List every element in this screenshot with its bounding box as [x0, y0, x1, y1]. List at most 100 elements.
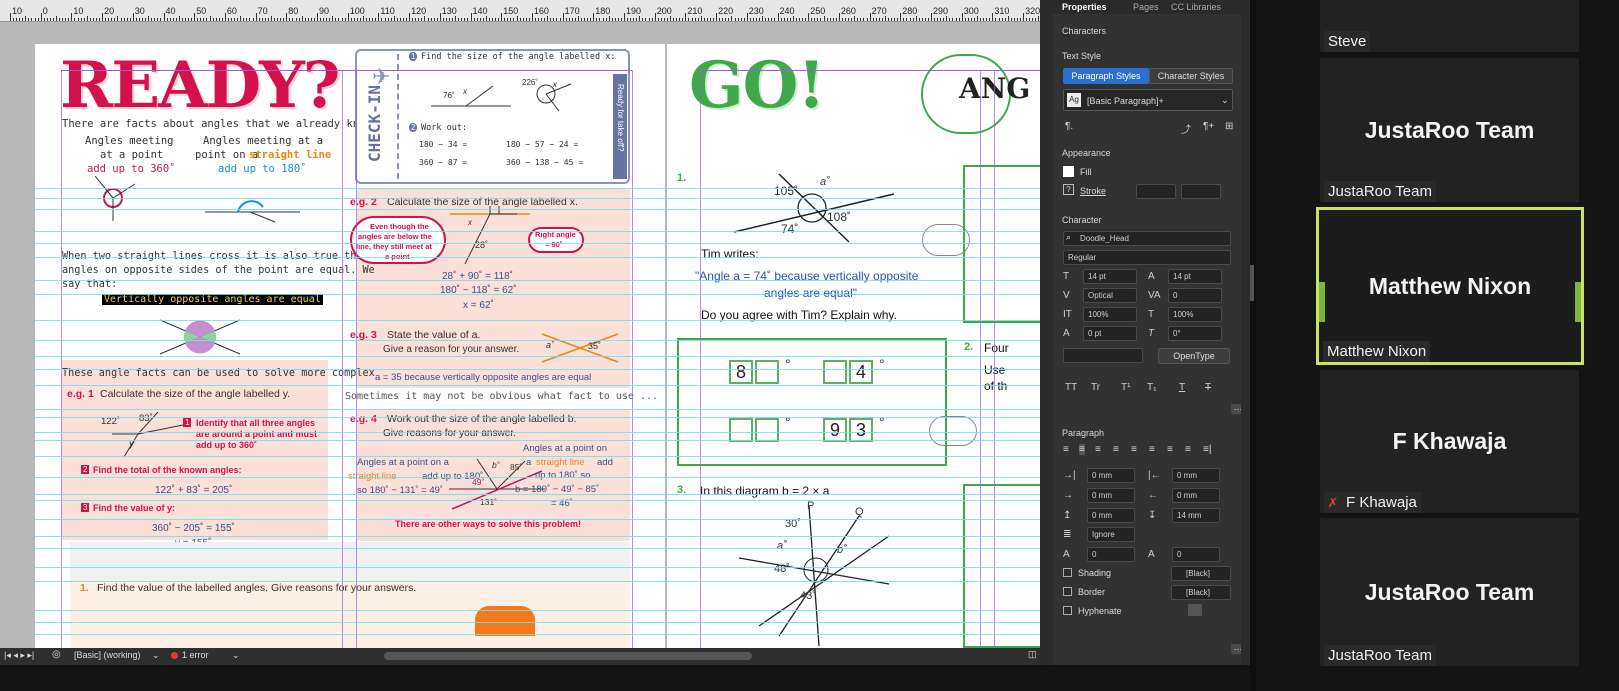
- document-page-left[interactable]: READY? There are facts about angles that…: [35, 44, 665, 648]
- q1-num: 1.: [677, 172, 687, 184]
- character-styles-toggle[interactable]: Character Styles: [1149, 68, 1233, 84]
- language-dropdown[interactable]: [1063, 348, 1143, 363]
- preflight-profile[interactable]: [Basic] (working): [74, 650, 141, 660]
- box-digit-2[interactable]: [755, 360, 779, 384]
- tracking-field[interactable]: 0: [1168, 288, 1222, 303]
- character-heading: Character: [1062, 215, 1102, 225]
- right-indent-field[interactable]: 0 mm: [1172, 468, 1220, 483]
- box-digit-6[interactable]: [755, 418, 779, 442]
- underline-icon[interactable]: T: [1179, 382, 1185, 393]
- stroke-swatch-icon[interactable]: ?: [1063, 184, 1074, 195]
- space-after-field[interactable]: 14 mm: [1172, 508, 1220, 523]
- justify-all-icon[interactable]: ≡: [1167, 444, 1173, 455]
- dropcap-lines-field[interactable]: 0: [1087, 547, 1135, 562]
- box-digit-3[interactable]: [823, 360, 847, 384]
- box-digit-8[interactable]: 3: [849, 418, 873, 442]
- align-left-icon[interactable]: ≡: [1063, 444, 1069, 455]
- document-page-right[interactable]: GO! ANG 1. 105˚ a˚ 74˚ 108˚ Tim writes: …: [667, 44, 1040, 648]
- participant-tile[interactable]: JustaRoo Team JustaRoo Team: [1320, 518, 1579, 666]
- font-family-field[interactable]: Doodle_Head: [1063, 231, 1231, 246]
- eg1-label: e.g. 1: [67, 388, 94, 400]
- baseline-shift-field[interactable]: 0 pt: [1083, 326, 1137, 341]
- panel-scrollbar[interactable]: [1241, 0, 1250, 665]
- justify-center-icon[interactable]: ≡: [1131, 444, 1137, 455]
- last-line-indent-field[interactable]: 0 mm: [1172, 488, 1220, 503]
- font-size-field[interactable]: 14 pt: [1083, 269, 1137, 284]
- strikethrough-icon[interactable]: T: [1205, 382, 1211, 393]
- font-style-field[interactable]: Regular: [1063, 250, 1231, 265]
- participant-name: Matthew Nixon: [1368, 272, 1532, 299]
- hyphenate-checkbox[interactable]: [1063, 606, 1072, 615]
- splitter-handle[interactable]: [1250, 0, 1256, 691]
- preflight-icon[interactable]: ◎: [52, 649, 61, 660]
- skew-field[interactable]: 0°: [1168, 326, 1222, 341]
- clear-override-icon[interactable]: ¶+: [1203, 121, 1214, 132]
- horizontal-scale-field[interactable]: 100%: [1168, 307, 1222, 322]
- chevron-down-icon[interactable]: ⌄: [1221, 95, 1229, 106]
- border-color-dropdown[interactable]: [Black]: [1171, 585, 1231, 600]
- participant-tile[interactable]: F Khawaja F Khawaja ✗: [1320, 370, 1579, 513]
- small-caps-icon[interactable]: Tr: [1091, 382, 1100, 393]
- error-count[interactable]: 1 error: [182, 650, 209, 660]
- shading-checkbox[interactable]: [1063, 568, 1072, 577]
- opentype-button[interactable]: OpenType: [1158, 348, 1230, 364]
- fact1-l1: Angles meeting: [85, 135, 174, 147]
- ruler-label: 140: [472, 6, 488, 16]
- superscript-icon[interactable]: T¹: [1121, 382, 1130, 393]
- vertical-scrollbar[interactable]: [1040, 0, 1053, 665]
- horizontal-ruler[interactable]: 10 0 10 20 30 40 50 60 70 80 90 100 110 120 130 140 150 1…: [0, 0, 1040, 22]
- justify-right-icon[interactable]: ≡: [1149, 444, 1155, 455]
- align-away-icon[interactable]: ≡|: [1203, 444, 1211, 455]
- stroke-label[interactable]: Stroke: [1080, 186, 1106, 196]
- grid-align-dropdown[interactable]: Ignore: [1087, 527, 1135, 542]
- ruler-tick: [378, 13, 380, 21]
- align-center-icon[interactable]: ≡: [1079, 444, 1085, 455]
- ruler-label: 190: [626, 6, 642, 16]
- paragraph-styles-toggle[interactable]: Paragraph Styles: [1063, 68, 1149, 84]
- box-digit-7[interactable]: 9: [823, 418, 847, 442]
- chevron-down-icon[interactable]: ⌄: [232, 650, 240, 661]
- align-spine-icon[interactable]: ≡: [1185, 444, 1191, 455]
- tab-cc-libraries[interactable]: CC Libraries: [1171, 2, 1221, 12]
- dropcap-chars-field[interactable]: 0: [1172, 547, 1220, 562]
- eg4-text: Work out the size of the angle labelled …: [387, 413, 577, 425]
- horizontal-scrollbar[interactable]: [384, 652, 752, 660]
- border-checkbox[interactable]: [1063, 587, 1072, 596]
- subscript-icon[interactable]: T₁: [1147, 382, 1156, 393]
- splitter-grip[interactable]: [1250, 265, 1254, 301]
- box-digit-4[interactable]: 4: [849, 360, 873, 384]
- all-caps-icon[interactable]: TT: [1065, 382, 1077, 393]
- tab-properties[interactable]: Properties: [1062, 2, 1107, 12]
- sync-style-icon[interactable]: ⤴: [1181, 121, 1191, 136]
- leading-field[interactable]: 14 pt: [1168, 269, 1222, 284]
- box-digit-5[interactable]: [729, 418, 753, 442]
- left-indent-field[interactable]: 0 mm: [1087, 468, 1135, 483]
- new-style-icon[interactable]: ⊞: [1225, 121, 1233, 132]
- chevron-down-icon[interactable]: ⌄: [152, 650, 160, 661]
- grid-align-icon: ≣: [1063, 529, 1072, 540]
- pilcrow-icon[interactable]: ¶.: [1065, 121, 1073, 132]
- stroke-type-field[interactable]: [1181, 184, 1221, 199]
- participant-tile[interactable]: Steve: [1320, 0, 1579, 52]
- first-line-indent-icon: →: [1063, 490, 1073, 501]
- page-nav[interactable]: |◂ ◂ ▸ ▸|: [4, 650, 34, 661]
- space-before-field[interactable]: 0 mm: [1087, 508, 1135, 523]
- box-digit-1[interactable]: 8: [729, 360, 753, 384]
- justify-left-icon[interactable]: ≡: [1113, 444, 1119, 455]
- align-right-icon[interactable]: ≡: [1095, 444, 1101, 455]
- first-line-indent-field[interactable]: 0 mm: [1087, 488, 1135, 503]
- view-icon[interactable]: ◫: [1028, 649, 1037, 660]
- column-span-icon[interactable]: [1188, 604, 1202, 616]
- shading-color-dropdown[interactable]: [Black]: [1171, 566, 1231, 581]
- vertical-scale-field[interactable]: 100%: [1083, 307, 1137, 322]
- ruler-label: 70: [257, 6, 268, 16]
- kerning-field[interactable]: Optical: [1083, 288, 1137, 303]
- participant-tile[interactable]: JustaRoo Team JustaRoo Team: [1320, 58, 1579, 202]
- fill-swatch-icon[interactable]: [1063, 166, 1074, 177]
- participant-tile-active[interactable]: Matthew Nixon Matthew Nixon: [1316, 207, 1584, 365]
- ruler-tick: [1023, 13, 1025, 21]
- tab-pages[interactable]: Pages: [1133, 2, 1159, 12]
- vertically-opposite-highlight[interactable]: Vertically opposite angles are equal: [102, 294, 323, 305]
- stroke-weight-field[interactable]: [1136, 184, 1176, 199]
- alignment-buttons[interactable]: ≡ ≡ ≡ ≡ ≡ ≡ ≡ ≡ ≡|: [1063, 444, 1243, 458]
